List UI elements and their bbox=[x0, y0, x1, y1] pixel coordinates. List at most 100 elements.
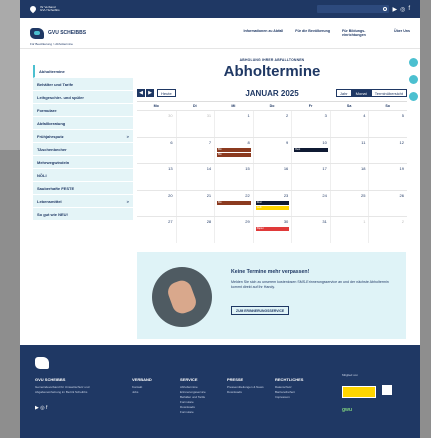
youtube-icon[interactable]: ▶ bbox=[392, 6, 397, 13]
calendar-day-cell[interactable]: 27 bbox=[137, 217, 176, 243]
calendar-day-cell[interactable]: 17 bbox=[291, 164, 330, 190]
calendar-event[interactable]: Rest bbox=[255, 200, 290, 205]
calendar-day-cell[interactable]: 21 bbox=[175, 190, 215, 217]
calendar-day-cell[interactable]: 20 bbox=[137, 191, 176, 217]
calendar-day-cell[interactable]: 15 bbox=[214, 164, 253, 190]
calendar-day-cell[interactable]: 24 bbox=[291, 190, 330, 217]
calendar-day-cell[interactable]: 31 bbox=[291, 217, 330, 243]
footer-link[interactable]: Impressum bbox=[275, 395, 303, 400]
calendar-day-cell[interactable]: 30 bbox=[137, 111, 176, 137]
nav-item-bevoelkerung[interactable]: Für die Bevölkerung bbox=[295, 29, 330, 37]
calendar-day-cell[interactable]: 1 bbox=[329, 217, 369, 243]
nav-item-bildung[interactable]: Für Bildungs-einrichtungen bbox=[342, 29, 382, 37]
sidebar-item-noeli[interactable]: NÖLI bbox=[33, 169, 133, 182]
facebook-icon[interactable]: f bbox=[408, 6, 410, 12]
calendar-day-cell[interactable]: 10 Rest bbox=[291, 137, 330, 164]
location-icon[interactable] bbox=[28, 4, 38, 14]
member-badge[interactable] bbox=[382, 385, 392, 395]
site-logo[interactable]: GVU SCHEIBBS bbox=[30, 27, 86, 39]
top-bar: Ihr Verband GVU Scheibbs ▶ ◎ f bbox=[20, 0, 420, 18]
calendar-day-cell[interactable]: 2 bbox=[368, 217, 407, 243]
chevron-right-icon: > bbox=[126, 133, 129, 139]
sidebar-item-fruehjahrsputz[interactable]: Frühjahrsputz > bbox=[33, 130, 133, 143]
sidebar-item-saubere-feste[interactable]: Sauberhafte FESTE bbox=[33, 182, 133, 195]
search-input[interactable] bbox=[317, 5, 390, 13]
calendar-day-cell[interactable]: 11 bbox=[329, 137, 369, 164]
umweltverbaende-badge[interactable]: Umweltverbände bbox=[342, 386, 376, 401]
gwu-badge[interactable]: gwu bbox=[342, 407, 352, 413]
sidebar-item-mehrwegwindeln[interactable]: Mehrwegwindeln bbox=[33, 156, 133, 169]
calendar-event[interactable]: Bio bbox=[217, 147, 251, 152]
calendar-day-cell[interactable]: 6 bbox=[137, 138, 176, 164]
instagram-icon[interactable]: ◎ bbox=[400, 6, 405, 13]
calendar-day-cell[interactable]: 1 bbox=[214, 111, 253, 137]
facebook-icon[interactable]: f bbox=[46, 405, 47, 411]
reminder-service-button[interactable]: ZUM ERINNERUNGSSERVICE bbox=[231, 306, 290, 315]
view-month-button[interactable]: Monat bbox=[351, 89, 371, 97]
footer-logo[interactable] bbox=[35, 357, 49, 369]
sidebar-item-behaelter[interactable]: Behälter und Tarife bbox=[33, 78, 133, 91]
sidebar-item-formulare[interactable]: Formulare bbox=[33, 104, 133, 117]
footer-link[interactable]: Downloads bbox=[227, 390, 264, 395]
calendar-day-cell[interactable]: 8 Bio Bio bbox=[214, 137, 253, 164]
calendar-grid: Mo Di Mi Do Fr Sa So 30 31 1 2 3 4 5 6 7 8 Bio Bio 9 10 Rest… bbox=[137, 101, 407, 243]
search-icon[interactable] bbox=[383, 7, 388, 11]
footer-link[interactable]: Formulare bbox=[180, 410, 206, 415]
view-year-button[interactable]: Jahr bbox=[335, 89, 352, 97]
day-number: 12 bbox=[399, 139, 404, 145]
floating-action-2[interactable] bbox=[409, 75, 418, 84]
location-text[interactable]: Ihr Verband GVU Scheibbs bbox=[40, 5, 60, 13]
youtube-icon[interactable]: ▶ bbox=[35, 405, 39, 411]
calendar-day-cell[interactable]: 14 bbox=[175, 164, 215, 190]
calendar-day-cell[interactable]: 28 bbox=[175, 217, 215, 243]
calendar-day-cell[interactable]: 29 bbox=[214, 217, 253, 243]
promo-title: Keine Termine mehr verpassen! bbox=[231, 269, 310, 275]
sidebar-item-abfallberatung[interactable]: Abfallberatung bbox=[33, 117, 133, 130]
calendar-day-cell[interactable]: 19 bbox=[368, 164, 407, 190]
calendar-event[interactable]: Gelb bbox=[255, 205, 290, 210]
breadcrumb[interactable]: Für Bevölkerung > Abholtermine bbox=[30, 42, 73, 46]
calendar-day-cell[interactable]: 3 bbox=[291, 111, 330, 137]
sidebar-item-so-gut-wie-neu[interactable]: So gut wie NEU! bbox=[33, 208, 133, 221]
calendar-event[interactable]: Bio bbox=[217, 152, 251, 157]
footer-heading: RECHTLICHES bbox=[275, 377, 304, 382]
weekday-label: So bbox=[385, 104, 390, 108]
footer-link[interactable]: Jobs bbox=[132, 390, 152, 395]
sidebar-item-lebensmittel[interactable]: Lebensmittel > bbox=[33, 195, 133, 208]
calendar-day-cell[interactable]: 31 bbox=[175, 111, 215, 137]
view-switcher: Jahr Monat Terminübersicht bbox=[335, 89, 407, 97]
logo-mark bbox=[30, 27, 44, 39]
sidebar-item-taschenbecher[interactable]: TAschenbecher bbox=[33, 143, 133, 156]
calendar-week-row: 30 31 1 2 3 4 5 bbox=[137, 110, 407, 137]
calendar-event[interactable]: Rest bbox=[294, 147, 328, 152]
view-list-button[interactable]: Terminübersicht bbox=[370, 89, 407, 97]
nav-item-informationen[interactable]: Informationen zu Abfall bbox=[243, 29, 283, 37]
calendar-day-cell[interactable]: 23 Rest Gelb bbox=[252, 190, 292, 217]
calendar-day-cell[interactable]: 22 Bio bbox=[214, 190, 253, 217]
calendar-event[interactable]: Papier bbox=[255, 227, 290, 232]
calendar-day-cell[interactable]: 13 bbox=[137, 164, 176, 190]
nav-item-ueber-uns[interactable]: Über Uns bbox=[394, 29, 410, 37]
calendar-day-cell[interactable]: 18 bbox=[329, 164, 369, 190]
main-nav: Informationen zu Abfall Für die Bevölker… bbox=[243, 29, 410, 37]
calendar-day-cell[interactable]: 30 Papier bbox=[252, 217, 292, 243]
instagram-icon[interactable]: ◎ bbox=[40, 405, 44, 411]
floating-action-1[interactable] bbox=[409, 58, 418, 67]
sidebar-item-abholtermine[interactable]: Abholtermine bbox=[33, 65, 133, 78]
calendar-day-cell[interactable]: 26 bbox=[368, 190, 407, 217]
calendar-day-cell[interactable]: 9 bbox=[252, 137, 292, 164]
calendar-day-cell[interactable]: 12 bbox=[368, 137, 407, 164]
day-number: 25 bbox=[360, 192, 366, 198]
calendar-day-cell[interactable]: 2 bbox=[252, 111, 292, 137]
calendar-day-cell[interactable]: 5 bbox=[368, 111, 407, 137]
calendar-event[interactable]: Bio bbox=[217, 200, 251, 205]
floating-action-3[interactable] bbox=[409, 92, 418, 101]
sidebar-item-label: Abfallberatung bbox=[37, 120, 66, 126]
day-number: 16 bbox=[283, 166, 289, 172]
sidebar-item-leihgeschirr[interactable]: Leihgeschirr- und spüler bbox=[33, 91, 133, 104]
calendar-day-cell[interactable]: 4 bbox=[329, 111, 369, 137]
calendar-day-cell[interactable]: 7 bbox=[175, 137, 215, 164]
calendar-day-cell[interactable]: 16 bbox=[252, 164, 292, 190]
calendar-day-cell[interactable]: 25 bbox=[329, 190, 369, 217]
day-number: 7 bbox=[208, 139, 212, 145]
